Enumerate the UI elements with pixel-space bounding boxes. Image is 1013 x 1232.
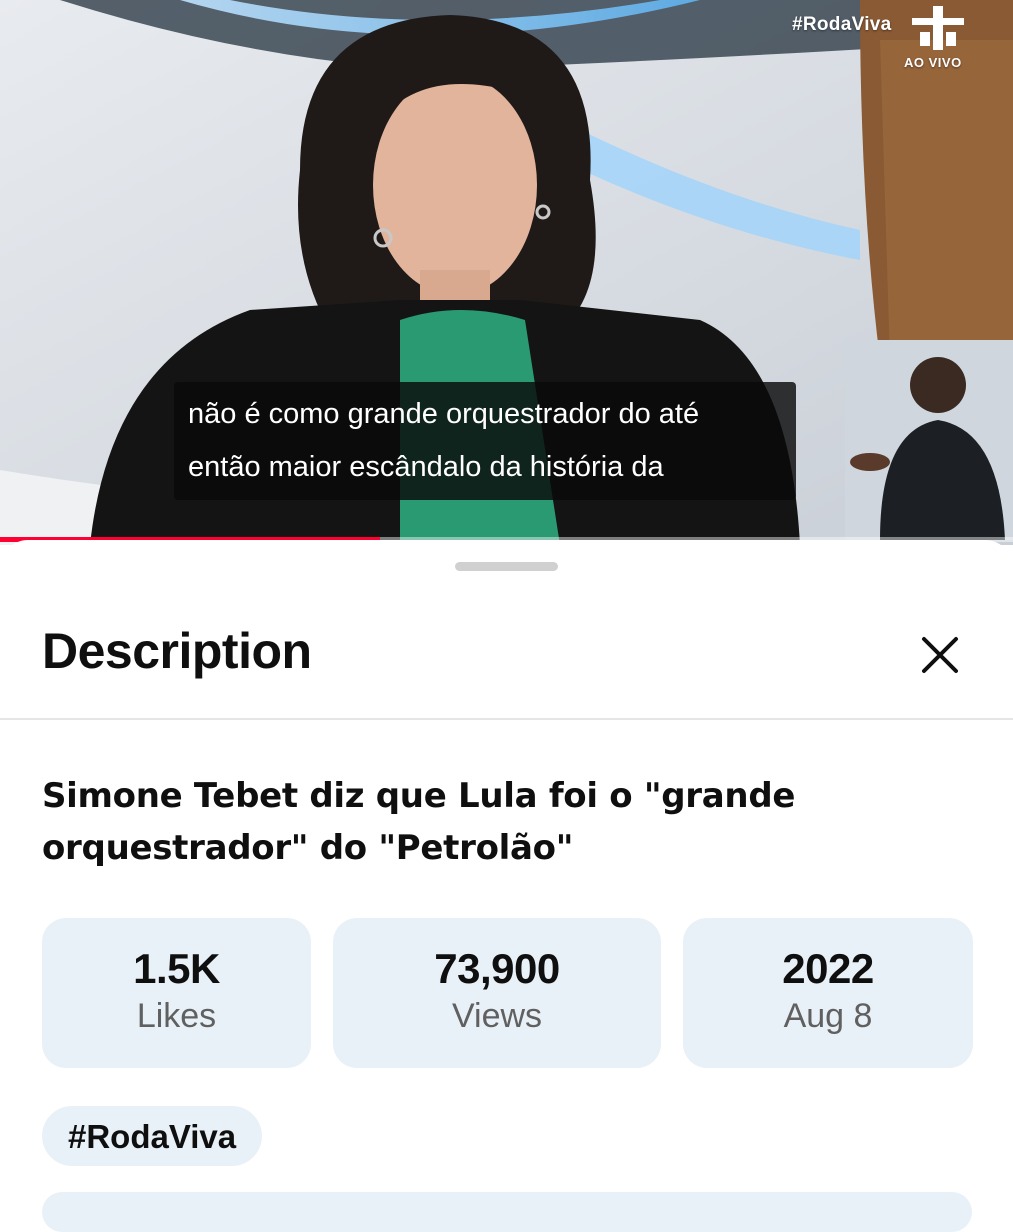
live-label: AO VIVO [904,55,962,70]
description-sheet: Description Simone Tebet diz que Lula fo… [0,540,1013,1232]
channel-hashtag-overlay: #RodaViva [792,14,892,35]
next-card [42,1192,972,1232]
likes-count: 1.5K [133,945,220,992]
date-stat: 2022 Aug 8 [683,918,973,1068]
tv-cultura-logo [912,6,964,50]
close-button[interactable] [913,628,967,682]
close-icon [922,637,958,673]
publish-date: Aug 8 [783,997,873,1035]
likes-stat: 1.5K Likes [42,918,311,1068]
views-count: 73,900 [434,945,560,992]
subtitle-caption: não é como grande orquestrador do até en… [174,382,796,500]
sheet-title: Description [42,623,312,679]
likes-label: Likes [136,997,217,1035]
divider [0,718,1013,720]
video-player[interactable]: #RodaViva AO VIVO não é como grande orqu… [0,0,1013,545]
video-title: Simone Tebet diz que Lula foi o "grande … [42,776,796,868]
views-stat: 73,900 Views [333,918,661,1068]
caption-line: não é como grande orquestrador do até [188,398,700,430]
drag-handle[interactable] [455,562,558,571]
caption-line: então maior escândalo da história da [188,451,664,483]
hashtag-chip[interactable]: #RodaViva [42,1106,263,1166]
views-label: Views [451,997,543,1035]
publish-year: 2022 [782,945,874,992]
